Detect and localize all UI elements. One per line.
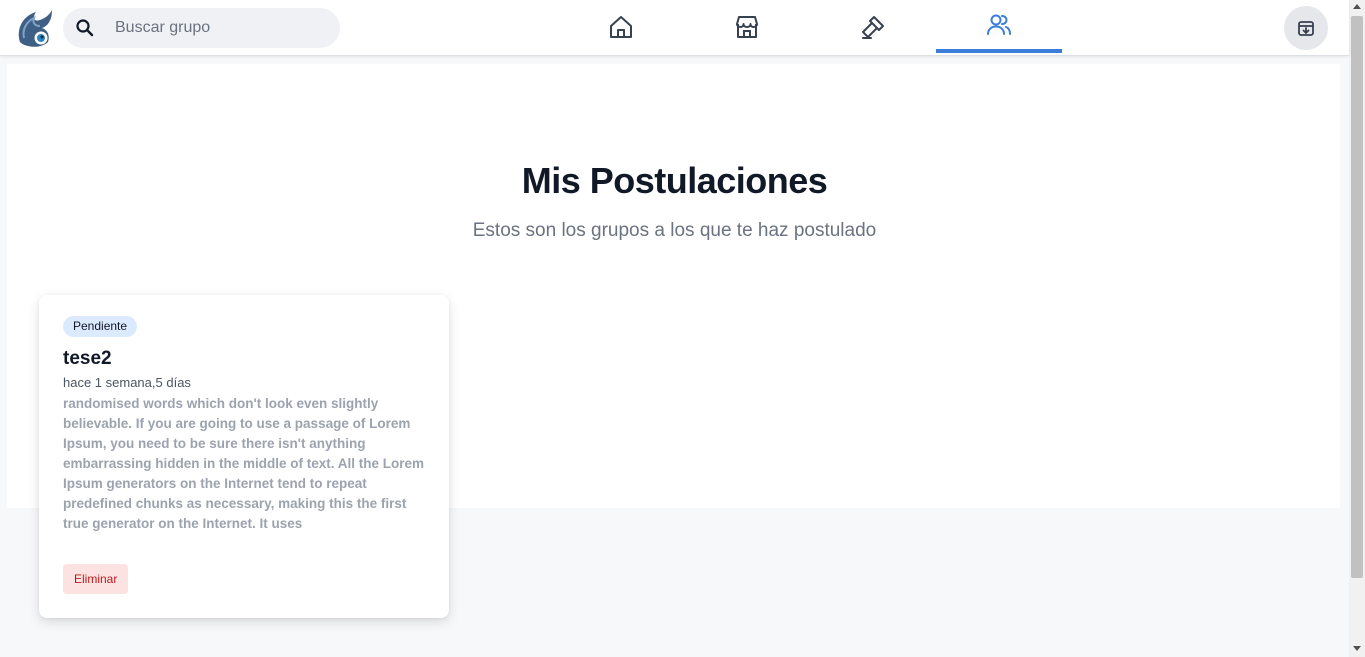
delete-button[interactable]: Eliminar	[63, 564, 129, 594]
scroll-down-arrow-icon[interactable]	[1353, 646, 1361, 651]
top-navbar	[0, 0, 1349, 56]
search-icon[interactable]	[75, 18, 95, 38]
tab-groups[interactable]	[936, 0, 1062, 53]
users-icon	[987, 14, 1011, 35]
scroll-thumb[interactable]	[1351, 16, 1363, 578]
search-input[interactable]	[115, 8, 330, 48]
applied-time: hace 1 semana,5 días	[63, 375, 191, 390]
tab-store[interactable]	[684, 0, 810, 53]
tab-home[interactable]	[558, 0, 684, 53]
page-title: Mis Postulaciones	[521, 160, 828, 201]
page-subtitle: Estos son los grupos a los que te haz po…	[472, 220, 877, 241]
dragon-logo-icon[interactable]	[14, 8, 56, 48]
archive-icon	[1298, 21, 1314, 36]
vertical-scrollbar[interactable]	[1349, 0, 1365, 657]
group-name: tese2	[63, 348, 112, 369]
search-bar	[63, 8, 340, 48]
status-badge: Pendiente	[63, 316, 138, 337]
application-card: Pendiente tese2 hace 1 semana,5 días ran…	[39, 295, 449, 618]
home-icon	[610, 15, 632, 38]
store-icon	[736, 15, 758, 38]
archive-button[interactable]	[1284, 6, 1328, 50]
scroll-up-arrow-icon[interactable]	[1353, 4, 1361, 9]
tab-build[interactable]	[810, 0, 936, 53]
group-description: randomised words which don't look even s…	[63, 396, 425, 531]
hammer-icon	[862, 15, 884, 39]
